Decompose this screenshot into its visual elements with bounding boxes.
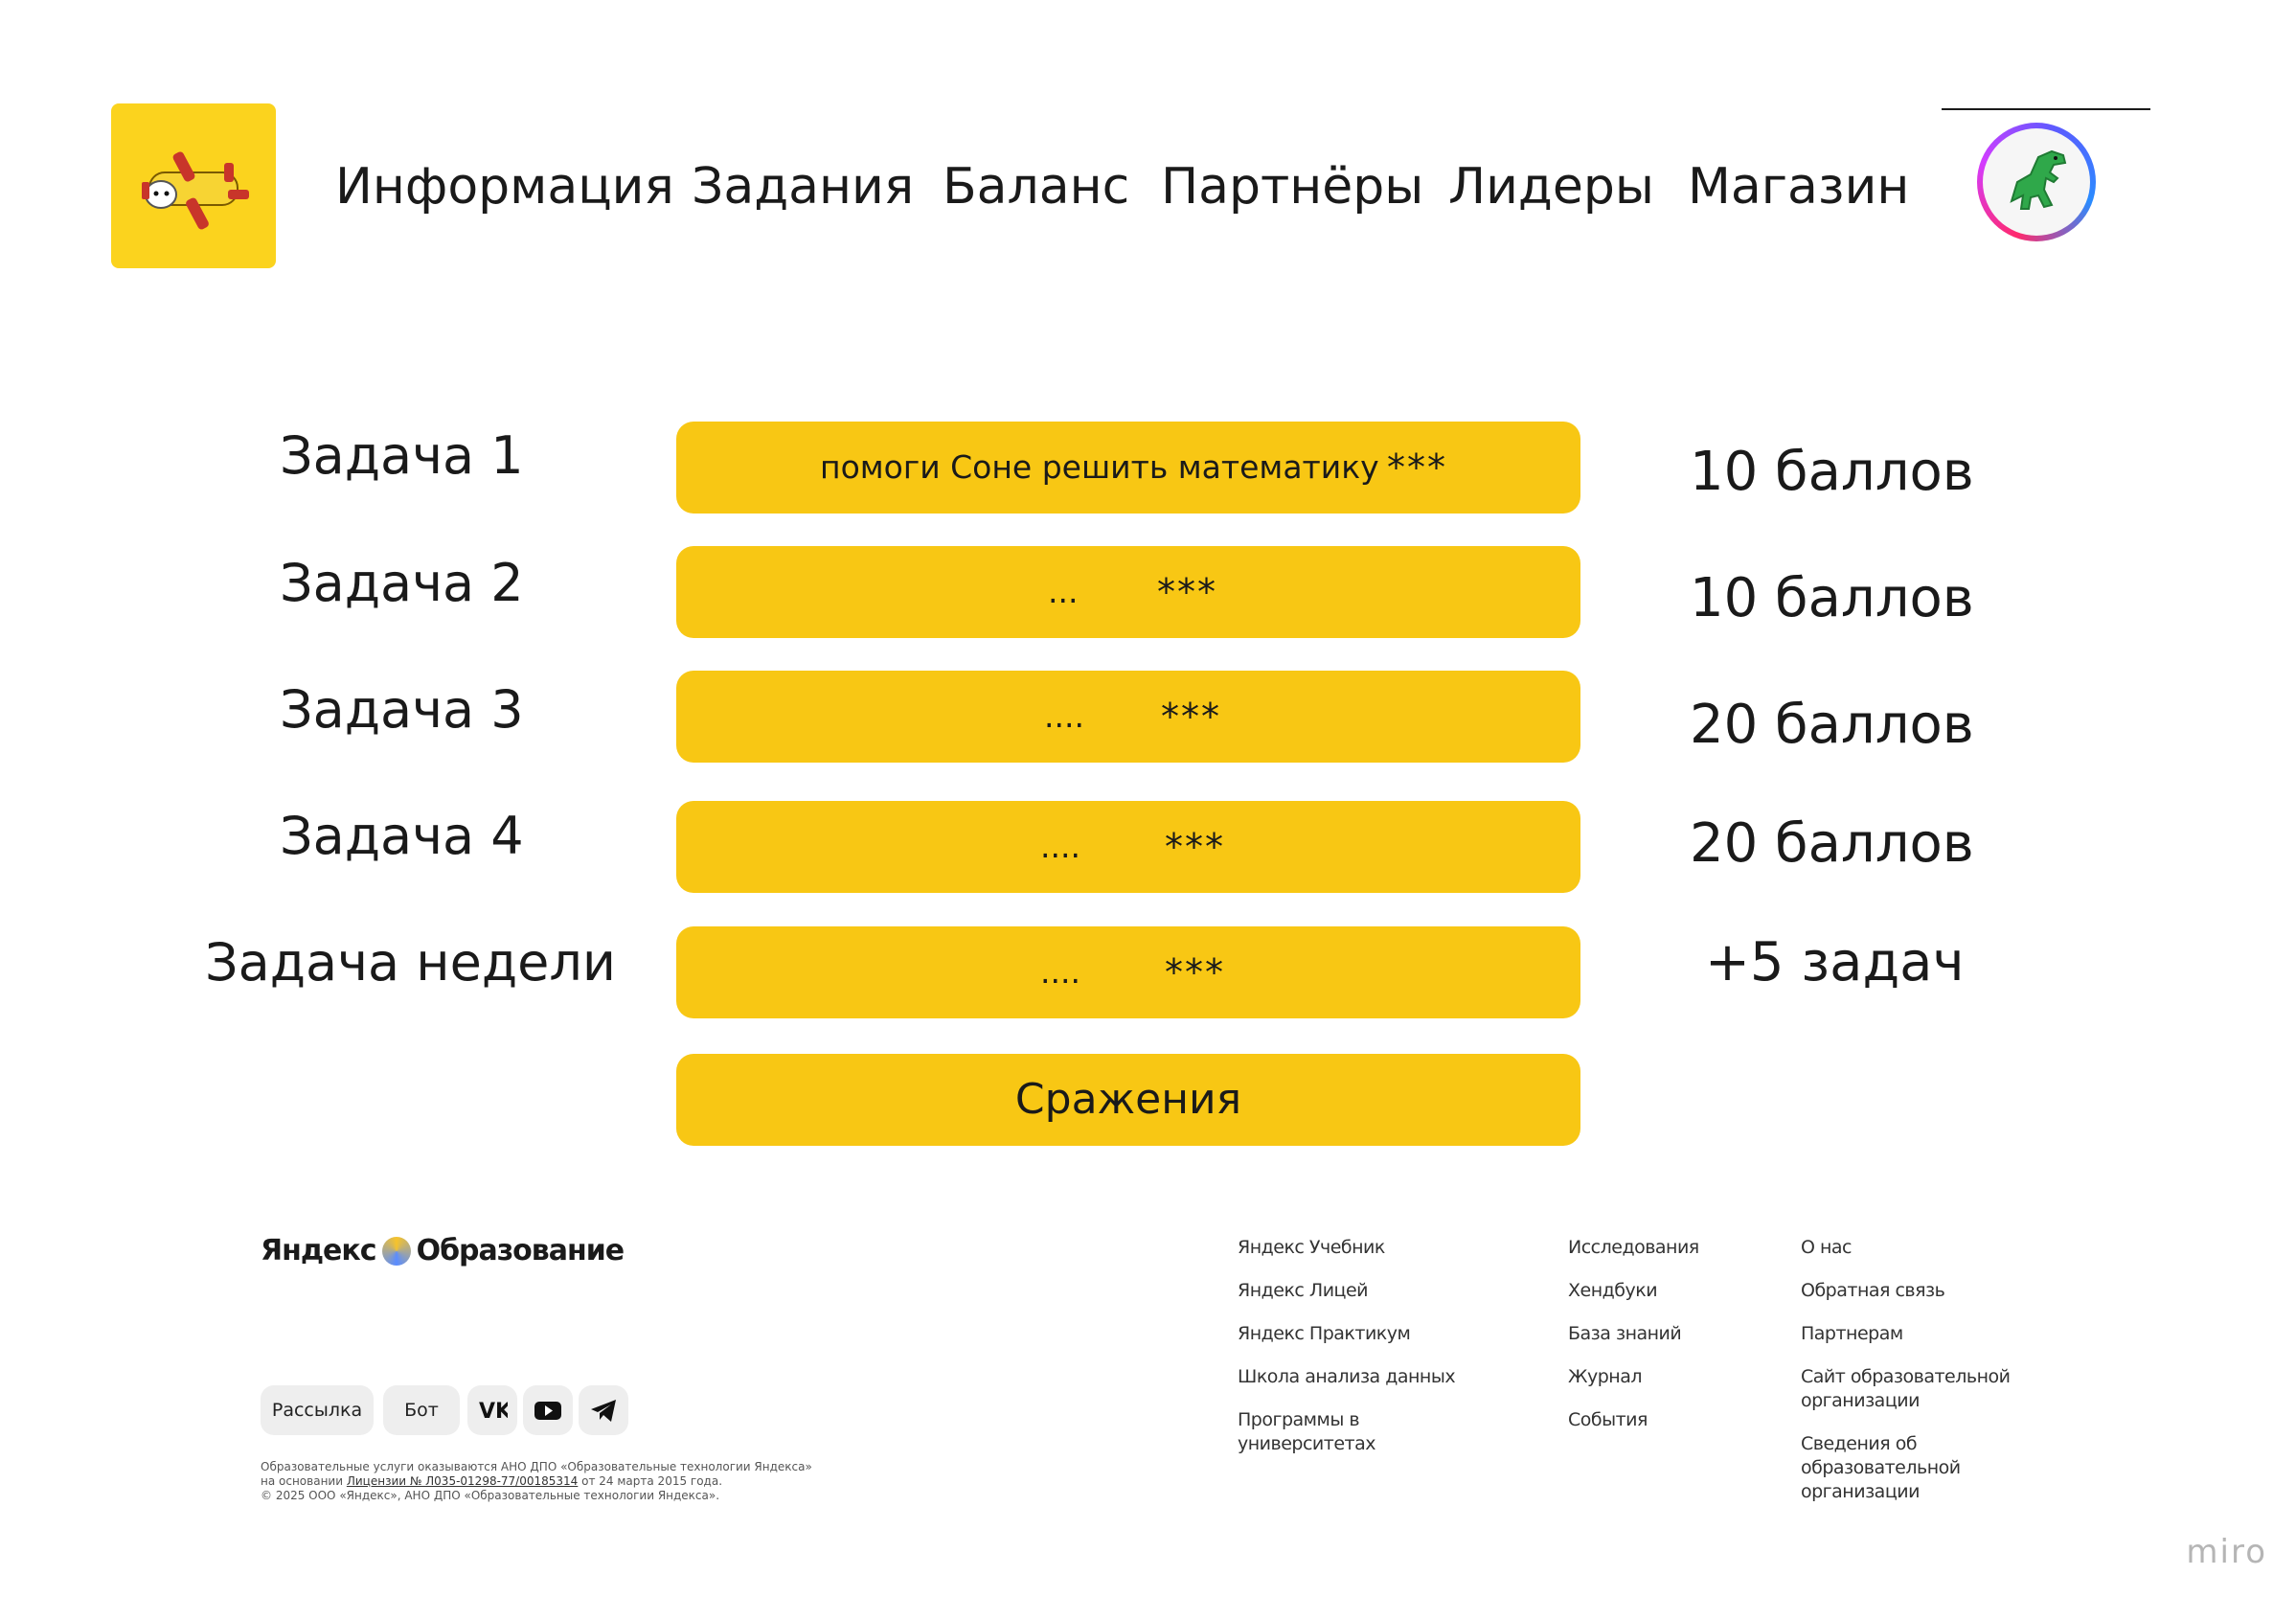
task-description: .... (1040, 953, 1080, 991)
brand-right: Образование (416, 1234, 625, 1267)
footer-link[interactable]: Яндекс Лицей (1238, 1279, 1455, 1303)
task-button[interactable]: помоги Соне решить математику *** (676, 422, 1580, 514)
task-reward: 10 баллов (1690, 441, 1974, 503)
bot-button[interactable]: Бот (383, 1385, 460, 1435)
legal-suffix: от 24 марта 2015 года. (581, 1474, 723, 1488)
svg-text:VK: VK (479, 1400, 508, 1424)
footer-column-resources: Исследования Хендбуки База знаний Журнал… (1568, 1236, 1699, 1451)
task-description: помоги Соне решить математику (820, 448, 1379, 486)
footer-link[interactable]: Яндекс Учебник (1238, 1236, 1455, 1260)
task-label: Задача 1 (280, 425, 524, 486)
brand-logo-icon (381, 1236, 411, 1266)
vk-icon[interactable]: VK (467, 1385, 517, 1435)
footer-link[interactable]: Школа анализа данных (1238, 1365, 1456, 1389)
footer-column-products: Яндекс Учебник Яндекс Лицей Яндекс Практ… (1238, 1236, 1456, 1475)
task-description: ... (1048, 573, 1079, 610)
task-button[interactable]: .... *** (676, 801, 1580, 893)
dinosaur-icon (2010, 149, 2067, 210)
task-difficulty-stars: *** (1165, 826, 1225, 868)
legal-line: © 2025 ООО «Яндекс», АНО ДПО «Образовате… (261, 1489, 720, 1502)
legal-line: Образовательные услуги оказываются АНО Д… (261, 1460, 812, 1473)
task-label: Задача 3 (280, 679, 524, 740)
task-button[interactable]: .... *** (676, 671, 1580, 763)
task-difficulty-stars: *** (1157, 571, 1217, 613)
youtube-icon[interactable] (523, 1385, 573, 1435)
footer-link[interactable]: База знаний (1568, 1322, 1699, 1346)
footer-link[interactable]: Партнерам (1801, 1322, 2031, 1346)
task-description: .... (1044, 697, 1084, 735)
footer-link[interactable]: Сведения об образовательной организации (1801, 1432, 1961, 1504)
footer-link[interactable]: Хендбуки (1568, 1279, 1699, 1303)
telegram-icon[interactable] (579, 1385, 628, 1435)
task-label: Задача недели (205, 932, 616, 993)
task-reward: 10 баллов (1690, 567, 1974, 629)
footer-brand-logo[interactable]: Яндекс Образование (261, 1234, 625, 1267)
plane-toy-icon (142, 151, 249, 230)
nav-leaders[interactable]: Лидеры (1448, 153, 1654, 220)
task-reward: 20 баллов (1690, 694, 1974, 756)
task-label: Задача 4 (280, 806, 524, 866)
legal-text: Образовательные услуги оказываются АНО Д… (261, 1460, 812, 1503)
nav-balance[interactable]: Баланс (943, 153, 1129, 220)
footer-link[interactable]: События (1568, 1408, 1699, 1432)
watermark: miro (2186, 1533, 2267, 1571)
nav-information[interactable]: Информация (335, 153, 674, 220)
footer-link[interactable]: Сайт образовательной организации (1801, 1365, 2031, 1413)
footer-link[interactable]: Программы в университетах (1238, 1408, 1391, 1456)
footer-link[interactable]: Исследования (1568, 1236, 1699, 1260)
nav-tasks[interactable]: Задания (692, 153, 914, 220)
task-difficulty-stars: *** (1387, 446, 1447, 489)
newsletter-button[interactable]: Рассылка (261, 1385, 374, 1435)
nav-shop[interactable]: Магазин (1688, 153, 1909, 220)
avatar[interactable] (1977, 123, 2096, 241)
task-label: Задача 2 (280, 553, 524, 613)
profile-divider (1942, 108, 2150, 110)
license-link[interactable]: Лицензии № Л035-01298-77/00185314 (347, 1474, 578, 1488)
task-reward: +5 задач (1705, 931, 1965, 993)
footer-link[interactable]: О нас (1801, 1236, 2031, 1260)
nav-partners[interactable]: Партнёры (1161, 153, 1423, 220)
footer-link[interactable]: Обратная связь (1801, 1279, 2031, 1303)
legal-line: на основании Лицензии № Л035-01298-77/00… (261, 1474, 797, 1489)
task-description: .... (1040, 828, 1080, 865)
footer-link[interactable]: Журнал (1568, 1365, 1699, 1389)
logo[interactable] (111, 103, 276, 268)
task-difficulty-stars: *** (1165, 951, 1225, 993)
task-button[interactable]: .... *** (676, 926, 1580, 1018)
footer-link[interactable]: Яндекс Практикум (1238, 1322, 1455, 1346)
brand-left: Яндекс (261, 1234, 377, 1267)
task-reward: 20 баллов (1690, 812, 1974, 875)
battles-button[interactable]: Сражения (676, 1054, 1580, 1146)
task-difficulty-stars: *** (1161, 696, 1221, 738)
legal-prefix: на основании (261, 1474, 344, 1488)
task-button[interactable]: ... *** (676, 546, 1580, 638)
footer-column-about: О нас Обратная связь Партнерам Сайт обра… (1801, 1236, 2031, 1523)
